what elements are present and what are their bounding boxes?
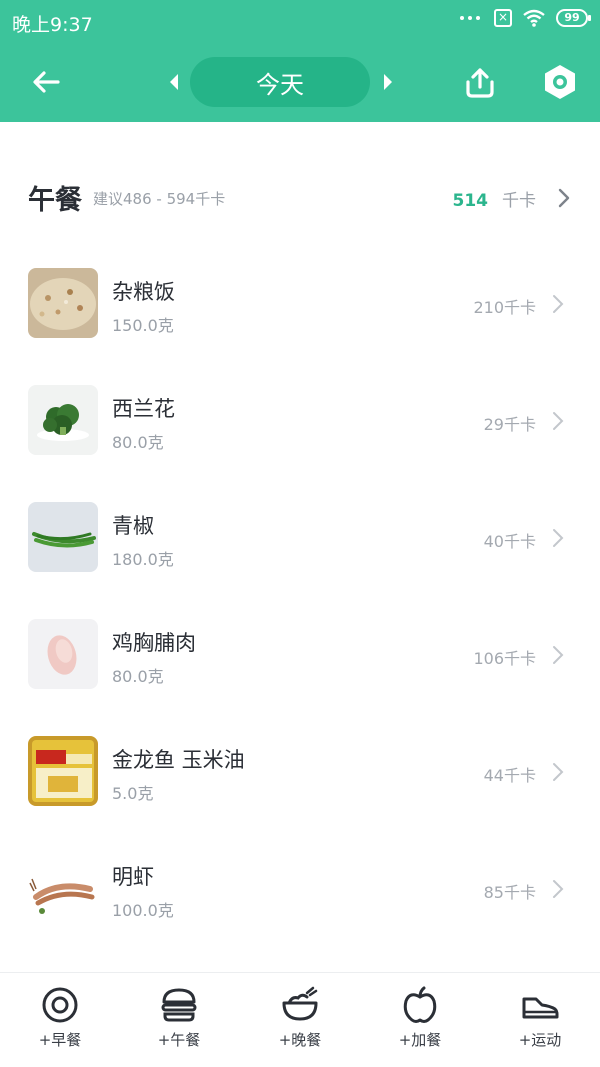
chevron-right-icon [553,529,564,547]
food-name: 金龙鱼 玉米油 [112,748,245,772]
chevron-right-icon [553,880,564,898]
food-amount: 80.0克 [112,433,164,452]
rice-photo [28,268,98,338]
food-name: 杂粮饭 [112,280,175,304]
food-amount: 150.0克 [112,316,174,335]
no-sim-icon: × [494,9,512,27]
meal-total-kcal: 514 千卡 [453,186,537,211]
nav-label: +加餐 [398,1031,442,1049]
food-kcal: 210千卡 [473,298,536,317]
nav-label: +运动 [518,1031,562,1049]
add-lunch-button[interactable]: +午餐 [134,985,224,1055]
food-amount: 180.0克 [112,550,174,569]
nav-label: +早餐 [38,1031,82,1049]
chicken-breast-photo [28,619,98,689]
settings-gear-icon[interactable] [540,62,580,102]
corn-oil-photo [28,736,98,806]
battery-icon: 99 [556,9,591,27]
chevron-right-icon [553,412,564,430]
meal-total-number: 514 [452,191,489,211]
food-item[interactable]: 金龙鱼 玉米油 5.0克 44千卡 [0,716,600,833]
status-time: 晚上9:37 [12,14,93,36]
burger-icon [161,988,197,1022]
food-kcal: 29千卡 [483,415,536,434]
food-amount: 80.0克 [112,667,164,686]
date-selector[interactable]: 今天 [190,57,370,107]
egg-icon [42,987,78,1023]
meal-title: 午餐 [28,185,82,216]
food-item[interactable]: 西兰花 80.0克 29千卡 [0,365,600,482]
chevron-right-icon [553,763,564,781]
broccoli-photo [28,385,98,455]
food-amount: 5.0克 [112,784,154,803]
food-amount: 100.0克 [112,901,174,920]
food-kcal: 106千卡 [473,649,536,668]
food-item[interactable]: 明虾 100.0克 85千卡 [0,833,600,950]
nav-label: +晚餐 [278,1031,322,1049]
apple-icon [403,986,437,1023]
shoe-icon [522,997,559,1019]
add-breakfast-button[interactable]: +早餐 [15,985,105,1055]
share-upload-icon[interactable] [460,62,500,102]
food-kcal: 85千卡 [483,883,536,902]
food-item[interactable]: 鸡胸脯肉 80.0克 106千卡 [0,599,600,716]
add-dinner-button[interactable]: +晚餐 [255,985,345,1055]
shrimp-photo [28,853,98,923]
food-list: 杂粮饭 150.0克 210千卡 西兰花 80.0克 29千卡 青椒 180.0… [0,248,600,950]
food-name: 鸡胸脯肉 [112,631,196,655]
food-name: 明虾 [112,865,154,889]
meal-suggestion: 建议486 - 594千卡 [93,190,226,208]
chevron-right-icon [553,295,564,313]
meal-kcal-unit: 千卡 [502,191,536,211]
nav-label: +午餐 [157,1031,201,1049]
app-header: 晚上9:37 × 99 今天 [0,0,600,122]
add-exercise-button[interactable]: +运动 [495,985,585,1055]
next-day-icon[interactable] [378,70,398,94]
green-pepper-photo [28,502,98,572]
more-dots-icon [460,16,480,20]
food-kcal: 40千卡 [483,532,536,551]
chevron-right-icon [558,188,570,208]
food-item[interactable]: 青椒 180.0克 40千卡 [0,482,600,599]
add-snack-button[interactable]: +加餐 [375,985,465,1055]
chevron-right-icon [553,646,564,664]
food-name: 西兰花 [112,397,175,421]
back-arrow-icon[interactable] [28,64,64,100]
wifi-icon [523,9,545,27]
food-kcal: 44千卡 [483,766,536,785]
bottom-add-bar: +早餐 +午餐 +晚餐 +加餐 +运动 [0,972,600,1067]
status-bar: 晚上9:37 × 99 [0,0,600,44]
status-icons: × 99 [460,9,591,27]
food-item[interactable]: 杂粮饭 150.0克 210千卡 [0,248,600,365]
food-name: 青椒 [112,514,154,538]
previous-day-icon[interactable] [164,70,184,94]
meal-summary-row[interactable]: 午餐 建议486 - 594千卡 514 千卡 [0,162,600,232]
bowl-icon [282,986,318,1021]
